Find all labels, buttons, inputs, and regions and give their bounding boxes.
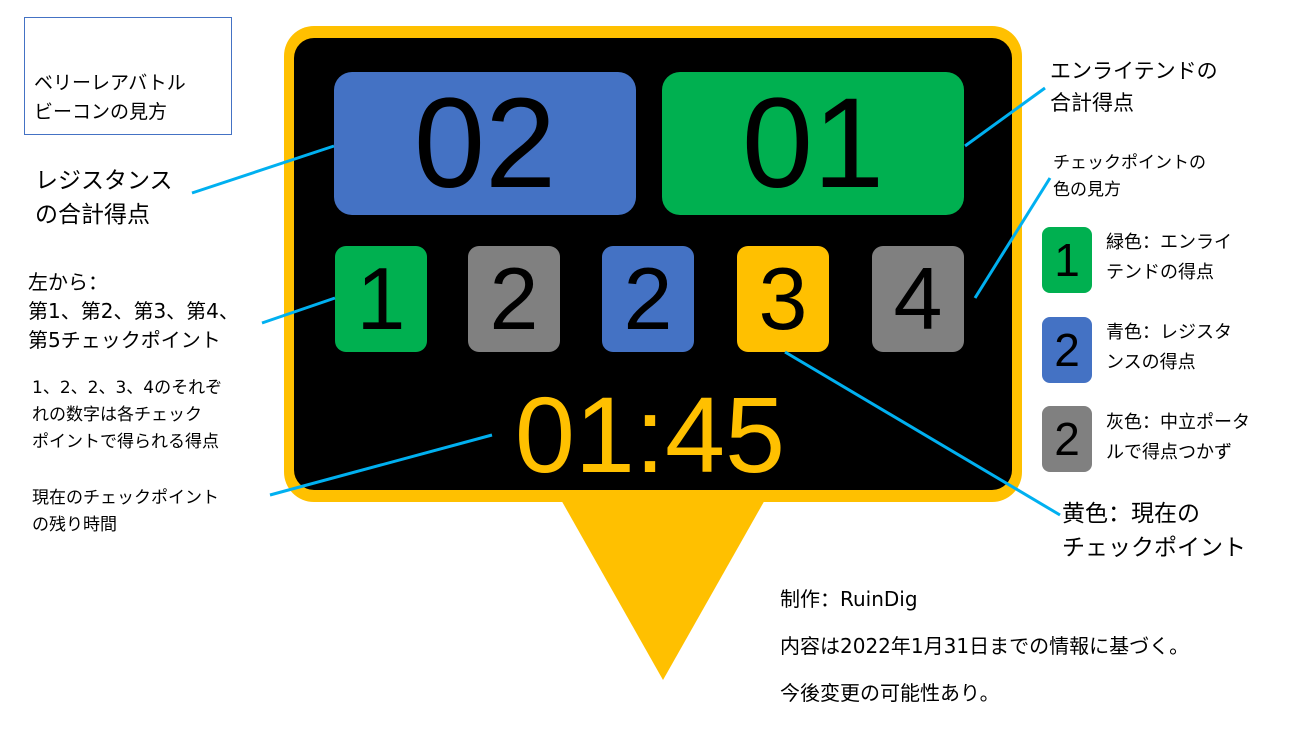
credit-author: 制作：RuinDig	[780, 587, 918, 611]
legend-value: 2	[1054, 324, 1080, 376]
enlightened-total-label: エンライテンドの 合計得点	[1050, 59, 1218, 115]
legend-gray-box: 2	[1042, 406, 1092, 472]
remaining-time-label: 現在のチェックポイント の残り時間	[32, 488, 219, 535]
legend-blue-text: 青色：レジスタ ンスの得点	[1106, 322, 1232, 373]
legend-value: 1	[1054, 234, 1080, 286]
credit-date-note: 内容は2022年1月31日までの情報に基づく。	[780, 634, 1190, 658]
callout-line-current	[784, 350, 1061, 517]
callout-line-order	[261, 296, 336, 325]
legend-green-box: 1	[1042, 227, 1092, 293]
legend-blue-box: 2	[1042, 317, 1092, 383]
credit-change-note: 今後変更の可能性あり。	[780, 681, 1000, 705]
callout-line-color-guide	[973, 177, 1052, 299]
legend-green-text: 緑色：エンライ テンドの得点	[1106, 232, 1232, 283]
legend-value: 2	[1054, 413, 1080, 465]
color-guide-header: チェックポイントの 色の見方	[1053, 153, 1206, 200]
current-checkpoint-label: 黄色：現在の チェックポイント	[1062, 501, 1246, 561]
callout-line-resistance	[191, 144, 335, 195]
resistance-total-label: レジスタンス の合計得点	[35, 168, 173, 228]
checkpoint-numbers-note: 1、2、2、3、4のそれぞ れの数字は各チェック ポイントで得られる得点	[32, 378, 223, 452]
callout-line-enlightened	[964, 86, 1046, 148]
legend-gray-text: 灰色：中立ポータ ルで得点つかず	[1106, 412, 1250, 463]
callout-line-timer	[269, 433, 493, 497]
checkpoint-order-label: 左から： 第1、第2、第3、第4、 第5チェックポイント	[28, 270, 239, 352]
